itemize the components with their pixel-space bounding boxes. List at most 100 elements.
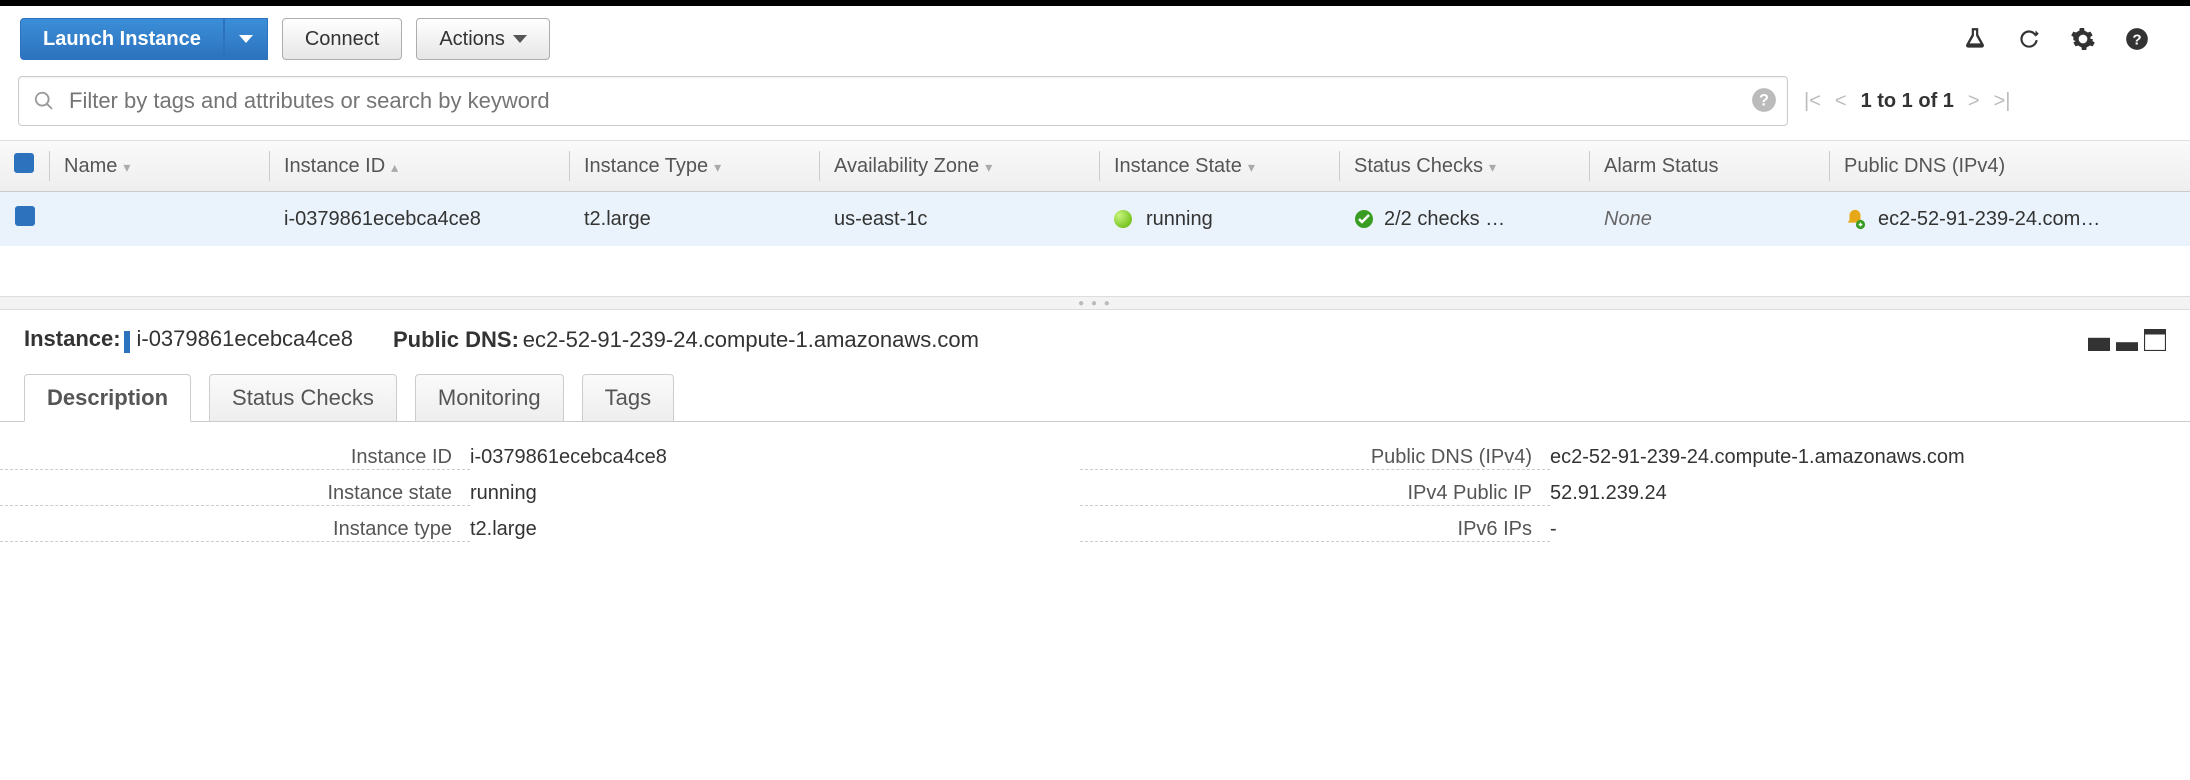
field-value: running [470, 482, 1070, 506]
launch-instance-dropdown[interactable] [224, 18, 268, 60]
tab-status-checks[interactable]: Status Checks [209, 374, 397, 421]
field-label: Public DNS (IPv4) [1080, 446, 1550, 470]
col-status[interactable]: Status Checks▾ [1340, 141, 1590, 192]
actions-label: Actions [439, 28, 505, 51]
col-checkbox[interactable] [0, 141, 50, 192]
col-label: Availability Zone [834, 155, 979, 177]
cell-instance-id: i-0379861ecebca4ce8 [270, 192, 570, 247]
field-instance-state: Instance state running [0, 476, 1080, 512]
page-next-icon[interactable]: > [1968, 90, 1980, 113]
table-header-row: Name▾ Instance ID▴ Instance Type▾ Availa… [0, 141, 2190, 192]
instance-table: Name▾ Instance ID▴ Instance Type▾ Availa… [0, 140, 2190, 246]
instance-label: Instance: [24, 326, 121, 351]
caret-down-icon [239, 35, 253, 43]
field-label: IPv6 IPs [1080, 518, 1550, 542]
col-label: Instance State [1114, 155, 1242, 177]
col-label: Name [64, 155, 117, 177]
experiment-icon[interactable] [1962, 26, 1988, 52]
status-text: 2/2 checks … [1384, 208, 1505, 230]
alarm-text: None [1604, 208, 1652, 230]
svg-text:?: ? [1759, 91, 1769, 109]
field-label: Instance type [0, 518, 470, 542]
row-checkbox[interactable] [15, 206, 35, 226]
refresh-icon[interactable] [2016, 26, 2042, 52]
col-state[interactable]: Instance State ▾ [1100, 141, 1340, 192]
pagination: |< < 1 to 1 of 1 > >| [1804, 90, 2010, 113]
field-public-dns: Public DNS (IPv4) ec2-52-91-239-24.compu… [1080, 440, 2160, 476]
actions-dropdown[interactable]: Actions [416, 18, 550, 60]
layout-full-icon[interactable] [2144, 329, 2166, 351]
grip-icon: ● ● ● [1078, 298, 1112, 309]
field-value: t2.large [470, 518, 1070, 542]
layout-bottom-icon[interactable] [2088, 329, 2110, 351]
search-icon [33, 90, 55, 112]
page-first-icon[interactable]: |< [1804, 90, 1821, 113]
tab-tags[interactable]: Tags [582, 374, 674, 421]
col-label: Instance ID [284, 155, 385, 177]
page-prev-icon[interactable]: < [1835, 90, 1847, 113]
field-label: Instance ID [0, 446, 470, 470]
field-value: 52.91.239.24 [1550, 482, 2150, 506]
state-text: running [1146, 208, 1213, 230]
status-running-icon [1114, 210, 1132, 228]
search-row: ? |< < 1 to 1 of 1 > >| [0, 76, 2190, 140]
sort-icon: ▾ [1248, 159, 1255, 175]
splitter-handle[interactable]: ● ● ● [0, 296, 2190, 310]
field-label: Instance state [0, 482, 470, 506]
field-instance-type: Instance type t2.large [0, 512, 1080, 548]
field-ipv6: IPv6 IPs - [1080, 512, 2160, 548]
toolbar-icons: ? [1962, 26, 2170, 52]
dns-text: ec2-52-91-239-24.com… [1878, 208, 2100, 230]
cell-instance-type: t2.large [570, 192, 820, 247]
page-range: 1 to 1 of 1 [1861, 90, 1954, 113]
detail-tabs: Description Status Checks Monitoring Tag… [0, 363, 2190, 422]
check-pass-icon [1354, 209, 1374, 229]
cell-dns: ec2-52-91-239-24.com… [1830, 192, 2190, 247]
field-label: IPv4 Public IP [1080, 482, 1550, 506]
caret-down-icon [513, 35, 527, 43]
col-az[interactable]: Availability Zone ▾ [820, 141, 1100, 192]
checkbox-icon [14, 153, 34, 173]
field-instance-id: Instance ID i-0379861ecebca4ce8 [0, 440, 1080, 476]
col-label: Status Checks [1354, 155, 1483, 177]
field-value: ec2-52-91-239-24.compute-1.amazonaws.com [1550, 446, 2150, 470]
action-toolbar: Launch Instance Connect Actions ? [0, 6, 2190, 76]
field-ipv4: IPv4 Public IP 52.91.239.24 [1080, 476, 2160, 512]
search-input[interactable] [69, 88, 1751, 114]
sort-asc-icon: ▴ [391, 159, 398, 175]
selection-bar-icon [124, 331, 130, 353]
tab-monitoring[interactable]: Monitoring [415, 374, 564, 421]
col-label: Instance Type [584, 155, 708, 177]
col-dns[interactable]: Public DNS (IPv4) [1830, 141, 2190, 192]
launch-instance-group: Launch Instance [20, 18, 268, 60]
alarm-bell-icon [1844, 208, 1866, 230]
cell-name [50, 192, 270, 247]
tab-description[interactable]: Description [24, 374, 191, 422]
search-help-icon[interactable]: ? [1751, 87, 1777, 116]
col-alarm[interactable]: Alarm Status [1590, 141, 1830, 192]
field-value: - [1550, 518, 2150, 542]
col-label: Alarm Status [1604, 155, 1718, 177]
page-last-icon[interactable]: >| [1994, 90, 2011, 113]
public-dns-label: Public DNS: [393, 327, 519, 352]
search-box: ? [18, 76, 1788, 126]
table-row[interactable]: i-0379861ecebca4ce8 t2.large us-east-1c … [0, 192, 2190, 247]
cell-status: 2/2 checks … [1340, 192, 1590, 247]
sort-icon: ▾ [985, 159, 992, 175]
launch-instance-button[interactable]: Launch Instance [20, 18, 224, 60]
description-panel: Instance ID i-0379861ecebca4ce8 Instance… [0, 422, 2190, 548]
col-instance-type[interactable]: Instance Type▾ [570, 141, 820, 192]
field-value: i-0379861ecebca4ce8 [470, 446, 1070, 470]
cell-alarm: None [1590, 192, 1830, 247]
col-instance-id[interactable]: Instance ID ▴ [270, 141, 570, 192]
connect-button[interactable]: Connect [282, 18, 403, 60]
gear-icon[interactable] [2070, 26, 2096, 52]
detail-header: Instance: i-0379861ecebca4ce8 Public DNS… [0, 310, 2190, 363]
svg-text:?: ? [2132, 31, 2141, 48]
public-dns-value: ec2-52-91-239-24.compute-1.amazonaws.com [523, 327, 979, 352]
cell-state: running [1100, 192, 1340, 247]
col-name[interactable]: Name▾ [50, 141, 270, 192]
layout-split-icon[interactable] [2116, 329, 2138, 351]
cell-az: us-east-1c [820, 192, 1100, 247]
help-icon[interactable]: ? [2124, 26, 2150, 52]
